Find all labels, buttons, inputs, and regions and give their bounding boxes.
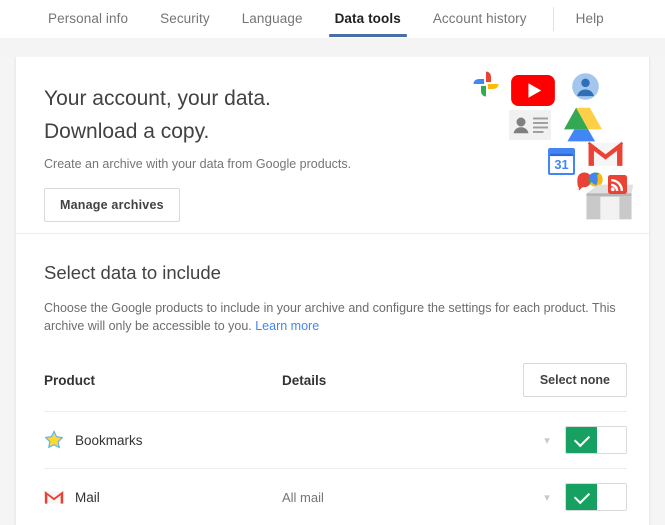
nav-content-gap	[0, 38, 665, 57]
column-header-details: Details	[282, 372, 327, 388]
tab-label: Account history	[432, 11, 527, 26]
rss-badge-icon	[608, 175, 627, 194]
tab-personal-info[interactable]: Personal info	[32, 0, 144, 37]
check-icon	[573, 487, 590, 504]
tab-label: Security	[160, 11, 210, 26]
section-heading: Select data to include	[44, 262, 221, 283]
table-header-row: Product Details Select none	[44, 363, 627, 412]
tab-security[interactable]: Security	[144, 0, 226, 37]
nav-divider	[552, 7, 554, 31]
product-label: Bookmarks	[75, 432, 143, 448]
tab-data-tools[interactable]: Data tools	[319, 0, 417, 37]
column-header-product: Product	[44, 372, 96, 388]
download-copy-section: Your account, your data. Download a copy…	[16, 57, 649, 233]
tab-help[interactable]: Help	[560, 0, 620, 37]
product-cell: Bookmarks	[44, 430, 282, 450]
tab-language[interactable]: Language	[226, 0, 319, 37]
toggle-knob-on	[566, 427, 597, 453]
select-data-section: Select data to include Choose the Google…	[16, 234, 649, 525]
primary-navigation: Personal info Security Language Data too…	[0, 0, 665, 38]
profile-avatar-icon	[572, 73, 599, 100]
gmail-icon	[44, 491, 64, 504]
tab-label: Language	[241, 11, 303, 26]
google-photos-icon	[473, 71, 499, 97]
details-cell: All mail	[282, 489, 324, 505]
tab-label: Help	[575, 11, 604, 26]
google-calendar-icon: 31	[548, 148, 575, 175]
toggle-knob-on	[566, 484, 597, 510]
product-icons-illustration: 31	[463, 63, 643, 223]
tab-label: Personal info	[48, 11, 129, 26]
youtube-icon	[511, 75, 555, 106]
chevron-down-icon[interactable]: ▾	[535, 434, 559, 447]
tab-account-history[interactable]: Account history	[417, 0, 543, 37]
data-tools-card: Your account, your data. Download a copy…	[15, 57, 650, 525]
toggle-track	[597, 484, 626, 510]
table-row[interactable]: Bookmarks ▾	[44, 412, 627, 469]
description-line1: Choose the Google products to include in…	[44, 301, 589, 315]
toggle-track	[597, 427, 626, 453]
google-contacts-icon	[509, 110, 551, 140]
gmail-icon	[587, 141, 624, 166]
section-description: Choose the Google products to include in…	[44, 299, 621, 335]
bookmark-star-icon	[44, 430, 64, 449]
product-label: Mail	[75, 489, 100, 505]
product-cell: Mail	[44, 487, 282, 507]
check-icon	[573, 430, 590, 447]
select-none-button[interactable]: Select none	[522, 363, 627, 397]
svg-text:31: 31	[554, 157, 568, 172]
chevron-down-icon[interactable]: ▾	[535, 491, 559, 504]
include-toggle[interactable]	[565, 426, 627, 454]
active-tab-underline	[328, 34, 407, 37]
learn-more-link[interactable]: Learn more	[255, 319, 319, 333]
include-toggle[interactable]	[565, 483, 627, 511]
manage-archives-button[interactable]: Manage archives	[44, 188, 180, 222]
table-row[interactable]: Mail All mail ▾	[44, 469, 627, 525]
tab-label: Data tools	[334, 11, 401, 26]
